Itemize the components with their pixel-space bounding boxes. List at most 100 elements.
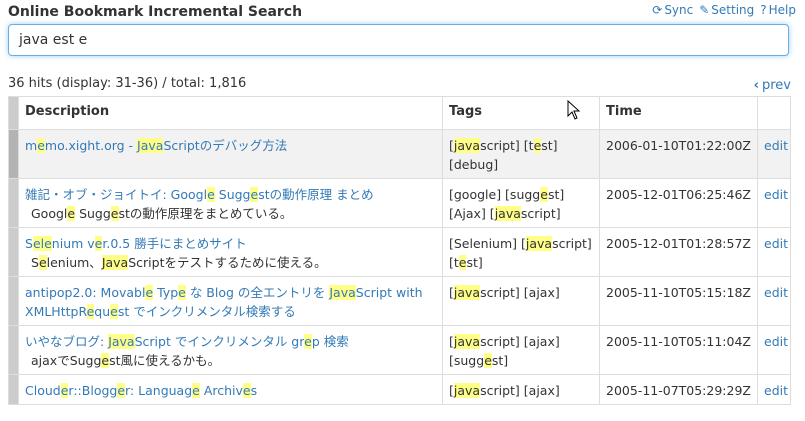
match-highlight: e bbox=[484, 353, 492, 368]
top-link-label: Help bbox=[768, 3, 796, 17]
edit-cell: edit bbox=[757, 325, 791, 375]
time-cell: 2005-11-10T05:15:18Z bbox=[599, 276, 758, 326]
text-segment: 雑記・オブ・ジョイトイ: Googl bbox=[25, 187, 208, 202]
match-highlight: Java bbox=[137, 138, 164, 153]
text-segment: Googl bbox=[31, 206, 68, 221]
text-segment: nium v bbox=[51, 236, 95, 251]
mouse-cursor-icon bbox=[567, 100, 581, 120]
header-actions bbox=[757, 96, 791, 130]
edit-link[interactable]: edit bbox=[764, 334, 788, 349]
text-segment: st] bbox=[547, 187, 565, 202]
bookmark-title-link[interactable]: いやなブログ: JavaScript でインクリメンタル grep 検索 bbox=[25, 332, 436, 351]
tag-line: [javascript] [test] bbox=[449, 136, 593, 155]
text-segment: lenium、 bbox=[46, 255, 102, 270]
text-segment: script] [ajax] bbox=[480, 285, 560, 300]
text-segment: mo.xight.org - bbox=[44, 138, 138, 153]
edit-link[interactable]: edit bbox=[764, 285, 788, 300]
text-segment: antipop2.0: Movabl bbox=[25, 285, 146, 300]
table-row[interactable]: いやなブログ: JavaScript でインクリメンタル grep 検索 ajax… bbox=[8, 325, 791, 375]
edit-link[interactable]: edit bbox=[764, 187, 788, 202]
text-segment: script] [ajax] bbox=[480, 383, 560, 398]
top-link-setting[interactable]: ✎ Setting bbox=[699, 3, 754, 17]
text-segment: [t bbox=[449, 255, 459, 270]
text-segment: r::Blogg bbox=[68, 383, 118, 398]
time-cell: 2005-12-01T06:25:46Z bbox=[599, 178, 758, 228]
match-highlight: e bbox=[110, 304, 118, 319]
top-link-sync[interactable]: ⟳ Sync bbox=[652, 3, 693, 17]
edit-cell: edit bbox=[757, 178, 791, 228]
match-highlight: java bbox=[453, 334, 481, 349]
time-cell: 2005-12-01T01:28:57Z bbox=[599, 227, 758, 277]
description-cell: antipop2.0: Movable Type な Blog の全エントリを … bbox=[18, 276, 443, 326]
bookmark-title-link[interactable]: memo.xight.org - JavaScriptのデバッグ方法 bbox=[25, 136, 436, 155]
match-highlight: e bbox=[207, 187, 215, 202]
match-highlight: e bbox=[67, 206, 76, 221]
match-highlight: e bbox=[117, 383, 126, 398]
app-title: Online Bookmark Incremental Search bbox=[8, 4, 303, 20]
row-marker bbox=[8, 276, 19, 326]
search-input[interactable]: java est e bbox=[8, 24, 789, 56]
tags-cell: [javascript] [ajax] bbox=[442, 276, 600, 326]
bookmark-title-link[interactable]: 雑記・オブ・ジョイトイ: Google Suggestの動作原理 まとめ bbox=[25, 185, 436, 204]
text-segment: S bbox=[25, 236, 33, 251]
tag-line: [Selenium] [javascript] bbox=[449, 234, 593, 253]
text-segment: な Blog の全エントリを bbox=[185, 285, 330, 300]
text-segment: script] bbox=[552, 236, 592, 251]
top-link-label: Sync bbox=[664, 3, 694, 17]
text-segment: [sugg bbox=[449, 353, 485, 368]
top-link-label: Setting bbox=[711, 3, 755, 17]
top-link-help[interactable]: ? Help bbox=[760, 3, 796, 17]
text-segment: いやなブログ: bbox=[25, 334, 109, 349]
tag-line: [javascript] [ajax] bbox=[449, 332, 593, 351]
edit-link[interactable]: edit bbox=[764, 236, 788, 251]
results-table: Description Tags Time memo.xight.org - J… bbox=[8, 96, 791, 405]
text-segment: Scriptをテストするために使える。 bbox=[128, 255, 327, 270]
row-marker bbox=[8, 178, 19, 228]
text-segment: [Selenium] [ bbox=[449, 236, 526, 251]
text-segment: Script でインクリメンタル gr bbox=[134, 334, 305, 349]
tag-line: [javascript] [ajax] bbox=[449, 381, 593, 400]
header-description[interactable]: Description bbox=[18, 96, 443, 130]
bookmark-title-link[interactable]: Clouder::Blogger: Language Archives bbox=[25, 381, 436, 400]
bookmark-title-link[interactable]: Selenium ver.0.5 勝手にまとめサイト bbox=[25, 234, 436, 253]
table-row[interactable]: Clouder::Blogger: Language Archives [java… bbox=[8, 374, 791, 405]
header-time[interactable]: Time bbox=[599, 96, 758, 130]
match-highlight: Java bbox=[108, 334, 135, 349]
bookmark-description: Google Suggestの動作原理をまとめている。 bbox=[25, 204, 436, 223]
hit-summary: 36 hits (display: 31-36) / total: 1,816 bbox=[8, 76, 247, 91]
text-segment: script] [ajax] bbox=[480, 334, 560, 349]
top-links: ⟳ Sync ✎ Setting ? Help bbox=[646, 3, 796, 17]
prev-link[interactable]: ‹ prev bbox=[754, 78, 791, 93]
edit-link[interactable]: edit bbox=[764, 138, 788, 153]
table-row[interactable]: Selenium ver.0.5 勝手にまとめサイト Selenium、JavaS… bbox=[8, 227, 791, 277]
edit-link[interactable]: edit bbox=[764, 383, 788, 398]
description-cell: いやなブログ: JavaScript でインクリメンタル grep 検索 ajax… bbox=[18, 325, 443, 375]
table-row[interactable]: memo.xight.org - JavaScriptのデバッグ方法 [javas… bbox=[8, 129, 791, 179]
match-highlight: ele bbox=[32, 236, 52, 251]
text-segment: m bbox=[25, 138, 38, 153]
text-segment: r: Languag bbox=[125, 383, 193, 398]
description-cell: memo.xight.org - JavaScriptのデバッグ方法 bbox=[18, 129, 443, 179]
bookmark-description: Selenium、JavaScriptをテストするために使える。 bbox=[25, 253, 436, 272]
text-segment: [google] [sugg bbox=[449, 187, 541, 202]
row-marker bbox=[8, 227, 19, 277]
text-segment: ajaxでSugg bbox=[31, 353, 102, 368]
chevron-left-icon: ‹ bbox=[753, 78, 759, 93]
row-marker bbox=[8, 325, 19, 375]
table-row[interactable]: 雑記・オブ・ジョイトイ: Google Suggestの動作原理 まとめ Goog… bbox=[8, 178, 791, 228]
text-segment: script] bbox=[520, 206, 561, 221]
match-highlight: e bbox=[101, 353, 110, 368]
match-highlight: java bbox=[453, 285, 481, 300]
text-segment: Typ bbox=[153, 285, 179, 300]
description-cell: 雑記・オブ・ジョイトイ: Google Suggestの動作原理 まとめ Goog… bbox=[18, 178, 443, 228]
wrench-icon: ✎ bbox=[699, 3, 710, 17]
bookmark-title-link[interactable]: antipop2.0: Movable Type な Blog の全エントリを … bbox=[25, 283, 436, 321]
table-header: Description Tags Time bbox=[8, 96, 791, 130]
text-segment: Archiv bbox=[199, 383, 243, 398]
table-row[interactable]: antipop2.0: Movable Type な Blog の全エントリを … bbox=[8, 276, 791, 326]
row-marker bbox=[8, 129, 19, 179]
time-cell: 2005-11-10T05:11:04Z bbox=[599, 325, 758, 375]
edit-cell: edit bbox=[757, 374, 791, 405]
match-highlight: e bbox=[242, 383, 251, 398]
text-segment: stの動作原理 まとめ bbox=[258, 187, 374, 202]
